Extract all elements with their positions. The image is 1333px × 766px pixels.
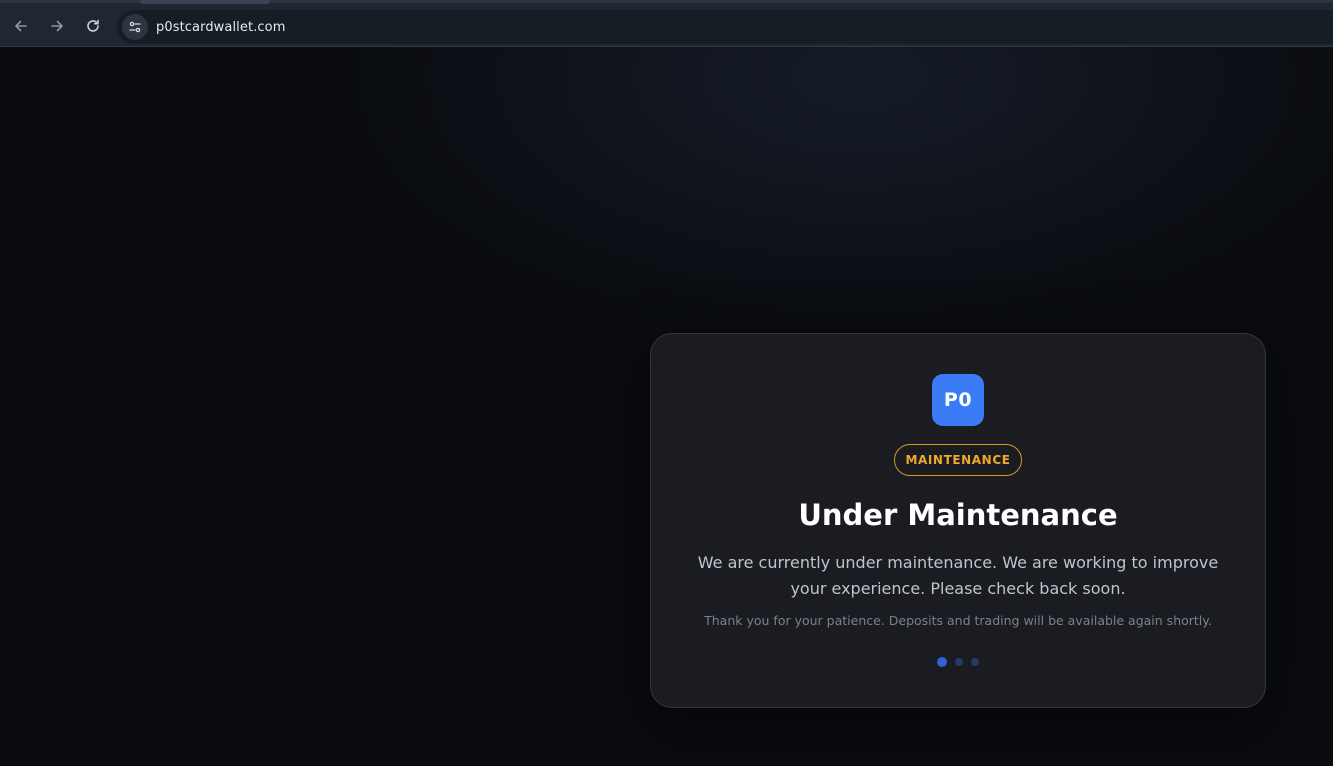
address-bar[interactable]: p0stcardwallet.com <box>117 10 1333 44</box>
reload-icon <box>87 19 99 32</box>
arrow-right-icon <box>51 20 63 32</box>
page-viewport: P0 MAINTENANCE Under Maintenance We are … <box>0 47 1333 766</box>
loading-dot <box>937 657 947 667</box>
maintenance-message: We are currently under maintenance. We a… <box>697 553 1219 598</box>
loading-dot <box>971 658 979 666</box>
maintenance-note: Thank you for your patience. Deposits an… <box>704 613 1212 628</box>
arrow-left-icon <box>15 20 27 32</box>
brand-logo: P0 <box>932 374 984 426</box>
loading-dot <box>955 658 963 666</box>
loading-dots <box>651 657 1265 667</box>
url-text[interactable]: p0stcardwallet.com <box>156 20 286 35</box>
reload-button[interactable] <box>79 12 107 40</box>
maintenance-card: P0 MAINTENANCE Under Maintenance We are … <box>650 333 1266 708</box>
site-info-button[interactable] <box>122 14 148 40</box>
tune-icon <box>129 21 141 33</box>
browser-toolbar: p0stcardwallet.com <box>0 0 1333 47</box>
forward-button[interactable] <box>43 12 71 40</box>
active-tab-indicator <box>140 0 270 4</box>
back-button[interactable] <box>7 12 35 40</box>
page-title: Under Maintenance <box>798 498 1118 532</box>
status-badge: MAINTENANCE <box>894 444 1022 476</box>
